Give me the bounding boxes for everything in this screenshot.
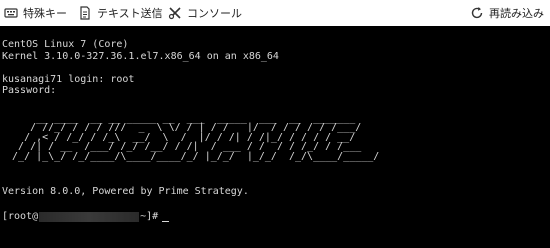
password-line: Password: bbox=[2, 85, 57, 96]
login-line: kusanagi71 login: root bbox=[2, 73, 135, 85]
console-toolbar: 特殊キー テキスト送信 コンソール 再読み込み bbox=[0, 0, 550, 26]
text-send-label: テキスト送信 bbox=[97, 7, 163, 20]
tools-icon bbox=[168, 7, 181, 20]
masked-hostname bbox=[39, 211, 140, 222]
special-key-label: 特殊キー bbox=[23, 7, 67, 20]
refresh-icon bbox=[471, 7, 483, 19]
kusanagi-banner-art: __ ____ __ __ _____ __ ___ _____ ___ __ … bbox=[12, 113, 380, 162]
keyboard-icon bbox=[4, 8, 18, 18]
os-release-line: CentOS Linux 7 (Core) bbox=[2, 39, 129, 50]
reload-button[interactable]: 再読み込み bbox=[470, 2, 544, 24]
text-send-button[interactable]: テキスト送信 bbox=[78, 2, 163, 24]
console-label: コンソール bbox=[187, 7, 242, 20]
version-line: Version 8.0.0, Powered by Prime Strategy… bbox=[2, 186, 249, 197]
console-button[interactable]: コンソール bbox=[168, 2, 242, 24]
document-icon bbox=[80, 6, 90, 20]
shell-prompt: [root@ ~]# bbox=[2, 211, 170, 223]
prompt-suffix: ~]# bbox=[140, 211, 159, 222]
console-screen[interactable]: CentOS Linux 7 (Core) Kernel 3.10.0-327.… bbox=[0, 26, 550, 248]
kernel-line: Kernel 3.10.0-327.36.1.el7.x86_64 on an … bbox=[2, 50, 279, 62]
text-cursor bbox=[162, 220, 170, 222]
reload-label: 再読み込み bbox=[489, 7, 544, 20]
prompt-prefix: [root@ bbox=[2, 211, 39, 222]
special-key-button[interactable]: 特殊キー bbox=[4, 2, 67, 24]
